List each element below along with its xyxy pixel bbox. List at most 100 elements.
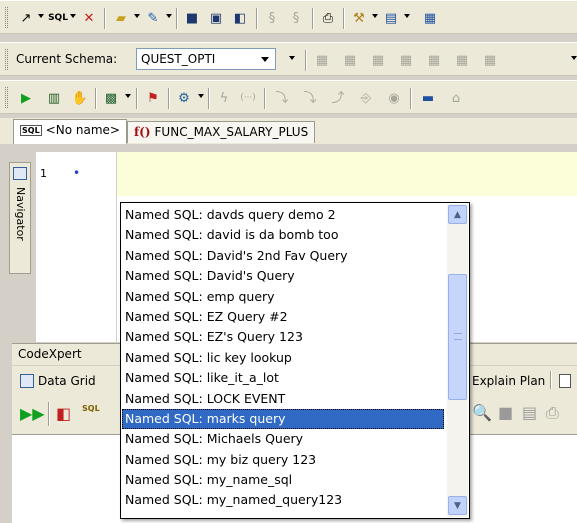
list-item[interactable]: Named SQL: my_name_sql [122, 470, 444, 490]
tab-func-max-salary-plus[interactable]: f() FUNC_MAX_SALARY_PLUS [127, 121, 316, 143]
list-item[interactable]: Named SQL: Michaels Query [122, 429, 444, 449]
navigator-panel[interactable]: Navigator [9, 162, 31, 274]
chevron-down-icon[interactable] [134, 14, 140, 18]
bookmark-icon[interactable]: ▬ [418, 88, 438, 108]
toolbar-separator [305, 50, 307, 71]
parentheses-icon[interactable]: (···) [238, 88, 258, 108]
auto-trace-icon[interactable]: ⚑ [143, 88, 163, 108]
autocomplete-list: Named SQL: davds query demo 2 Named SQL:… [122, 205, 444, 511]
run-icon[interactable]: ▶▶ [20, 404, 45, 423]
list-item[interactable]: Named SQL: EZ Query #2 [122, 307, 444, 327]
step-into-icon[interactable]: ⤵ [272, 88, 292, 108]
execute-icon[interactable]: ▶ [16, 88, 36, 108]
grid-object-icon[interactable]: ▦ [424, 50, 444, 70]
toolbar-grip[interactable] [5, 87, 8, 108]
print-preview-icon[interactable]: ▤ [522, 403, 537, 422]
chevron-down-icon[interactable] [261, 57, 269, 62]
sql-icon: SQL [20, 125, 42, 136]
sql-icon[interactable]: SQL [82, 404, 100, 413]
tab-no-name[interactable]: SQL <No name> [13, 119, 127, 144]
chevron-down-icon[interactable] [125, 94, 131, 98]
print-icon[interactable]: ⎙ [546, 403, 559, 423]
run-to-cursor-icon[interactable]: ⎆ [356, 88, 376, 108]
list-item[interactable]: Named SQL: my biz query 123 [122, 450, 444, 470]
edit-icon[interactable]: ◧ [56, 404, 71, 423]
debug-icon[interactable]: ⚙ [174, 88, 194, 108]
editor-toolbar: ▶ ▥ ✋ ▩ ⚑ ⚙ ϟ (···) ⤵ ⤵ ⤴ ⎆ ◉ ▬ ⌂ [0, 80, 577, 114]
tools-icon[interactable]: ✎ [143, 8, 163, 28]
list-item-selected[interactable]: Named SQL: marks query [122, 408, 444, 430]
trash-icon[interactable]: ⌂ [446, 88, 466, 108]
toolbar-separator [136, 88, 138, 109]
chevron-down-icon[interactable] [404, 14, 410, 18]
search-icon[interactable]: 🔍 [472, 403, 492, 422]
list-item[interactable]: Named SQL: emp query [122, 287, 444, 307]
save-as-icon[interactable]: ◧ [230, 8, 250, 28]
sql-editor-icon[interactable]: SQL [48, 8, 68, 28]
explain-plan-icon[interactable]: ▩ [101, 88, 121, 108]
popup-scrollbar[interactable]: ▲ ▼ [447, 204, 468, 517]
add-watch-icon[interactable]: ◉ [384, 88, 404, 108]
wrench-icon[interactable]: ⚒ [349, 8, 369, 28]
execute-script-icon[interactable]: ▥ [44, 88, 64, 108]
print-icon[interactable]: ⎙ [318, 8, 338, 28]
chevron-down-icon[interactable] [38, 14, 44, 18]
tab-explain-plan[interactable]: Explain Plan [472, 374, 545, 388]
list-item[interactable]: Named SQL: davds query demo 2 [122, 205, 444, 225]
save-icon[interactable]: ■ [498, 403, 513, 422]
list-item[interactable]: Named SQL: EZ's Query 123 [122, 327, 444, 347]
lightning-icon[interactable]: ϟ [214, 88, 234, 108]
list-item[interactable]: Named SQL: david is da bomb too [122, 225, 444, 245]
unformat-code-icon[interactable]: § [286, 8, 306, 28]
editor-tabs: SQL <No name> f() FUNC_MAX_SALARY_PLUS [0, 118, 577, 144]
chevron-down-icon[interactable] [198, 94, 204, 98]
open-folder-icon[interactable]: ▰ [111, 8, 131, 28]
describe-object-icon[interactable]: ▦ [312, 50, 332, 70]
scroll-up-button[interactable]: ▲ [448, 205, 467, 224]
privileges-icon[interactable]: ▦ [480, 50, 500, 70]
tab-label: FUNC_MAX_SALARY_PLUS [154, 125, 309, 139]
stop-execution-icon[interactable]: ✋ [70, 88, 90, 108]
current-schema-label: Current Schema: [16, 52, 118, 66]
list-item[interactable]: Named SQL: David's Query [122, 266, 444, 286]
schema-select[interactable]: QUEST_OPTI [136, 48, 276, 70]
scroll-thumb[interactable] [448, 274, 467, 400]
export-object-icon[interactable]: ▦ [452, 50, 472, 70]
disconnect-icon[interactable]: ✕ [79, 8, 99, 28]
current-code-line[interactable] [117, 152, 577, 196]
list-item[interactable]: Named SQL: lic key lookup [122, 348, 444, 368]
chevron-down-icon[interactable] [70, 14, 76, 18]
scroll-down-button[interactable]: ▼ [448, 496, 467, 515]
toolbar-separator [168, 88, 170, 109]
list-item[interactable]: Named SQL: my_named_query123 [122, 490, 444, 510]
step-over-icon[interactable]: ⤵ [300, 88, 320, 108]
save-all-icon[interactable]: ▣ [206, 8, 226, 28]
compare-object-icon[interactable]: ▦ [396, 50, 416, 70]
navigator-icon [13, 167, 27, 180]
list-item[interactable]: Named SQL: David's 2nd Fav Query [122, 246, 444, 266]
chevron-up-icon: ▲ [454, 209, 461, 220]
copy-object-icon[interactable]: ▦ [368, 50, 388, 70]
tab-more-icon[interactable] [559, 374, 571, 388]
tab-data-grid[interactable]: Data Grid [38, 374, 96, 388]
toolbar-grip[interactable] [5, 7, 8, 28]
toolbar-grip[interactable] [5, 49, 8, 70]
editor-gutter [36, 152, 116, 342]
chevron-down-icon[interactable] [289, 56, 295, 60]
list-item[interactable]: Named SQL: like_it_a_lot [122, 368, 444, 388]
window-icon[interactable]: ▤ [381, 8, 401, 28]
help-icon[interactable]: ▦ [420, 8, 440, 28]
step-out-icon[interactable]: ⤴ [328, 88, 348, 108]
chevron-down-icon: ▼ [454, 500, 461, 511]
object-details-icon[interactable]: ▦ [340, 50, 360, 70]
new-connection-icon[interactable]: ↗ [16, 8, 36, 28]
format-code-icon[interactable]: § [262, 8, 282, 28]
autocomplete-popup[interactable]: Named SQL: davds query demo 2 Named SQL:… [120, 202, 470, 519]
chevron-down-icon[interactable] [372, 14, 378, 18]
line-marker-icon: • [73, 166, 81, 180]
chevron-down-icon[interactable] [166, 14, 172, 18]
chevron-down-icon[interactable] [571, 56, 577, 60]
save-icon[interactable]: ■ [182, 8, 202, 28]
list-item[interactable]: Named SQL: LOCK EVENT [122, 389, 444, 409]
data-grid-icon [20, 374, 34, 388]
